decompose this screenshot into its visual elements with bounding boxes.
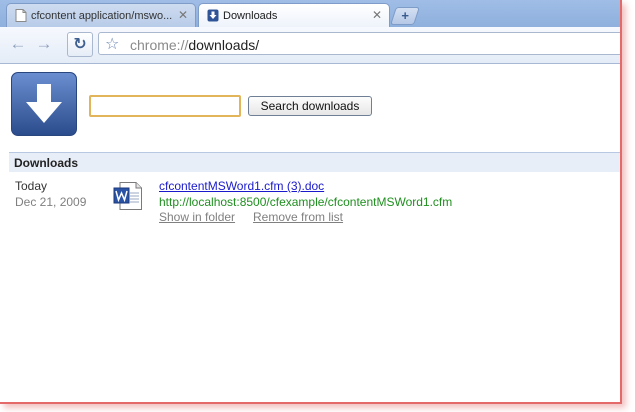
word-document-icon [113, 182, 142, 210]
section-header: Downloads [9, 152, 620, 172]
close-icon[interactable]: ✕ [372, 8, 382, 22]
tab-title: Downloads [223, 10, 278, 22]
new-tab-button[interactable]: + [390, 7, 420, 25]
reload-button[interactable]: ↻ [67, 32, 93, 57]
tab-title: cfcontent application/mswo... [31, 10, 173, 22]
toolbar: ← → ↻ ☆ chrome://downloads/ [0, 27, 620, 64]
star-icon[interactable]: ☆ [105, 34, 119, 54]
url-path: downloads/ [188, 37, 260, 53]
close-icon[interactable]: ✕ [178, 8, 188, 22]
search-input[interactable] [89, 95, 241, 117]
page-icon [15, 9, 27, 22]
arrow-left-icon: ← [9, 34, 27, 53]
url-scheme: chrome:// [130, 37, 189, 53]
tab-downloads[interactable]: Downloads ✕ [198, 3, 390, 27]
show-in-folder-link[interactable]: Show in folder [159, 210, 235, 224]
browser-window: cfcontent application/mswo... ✕ Download… [0, 0, 622, 404]
url-text: chrome://downloads/ [130, 37, 259, 53]
date-label: Today [15, 179, 48, 193]
file-name-link[interactable]: cfcontentMSWord1.cfm (3).doc [159, 179, 324, 193]
reload-icon: ↻ [73, 36, 87, 53]
download-icon [207, 9, 219, 22]
remove-from-list-link[interactable]: Remove from list [253, 210, 343, 224]
tab-cfcontent[interactable]: cfcontent application/mswo... ✕ [6, 3, 196, 27]
back-button[interactable]: ← [6, 33, 30, 55]
forward-button[interactable]: → [32, 33, 56, 55]
address-bar[interactable]: ☆ chrome://downloads/ [98, 32, 620, 55]
plus-icon: + [401, 8, 409, 23]
arrow-right-icon: → [35, 34, 53, 53]
search-downloads-button[interactable]: Search downloads [248, 96, 372, 116]
source-url: http://localhost:8500/cfexample/cfconten… [159, 195, 453, 209]
tab-strip: cfcontent application/mswo... ✕ Download… [0, 0, 620, 27]
downloads-page: Search downloads Downloads Today Dec 21,… [0, 64, 620, 402]
date-value: Dec 21, 2009 [15, 195, 87, 209]
download-arrow-icon [11, 72, 77, 136]
